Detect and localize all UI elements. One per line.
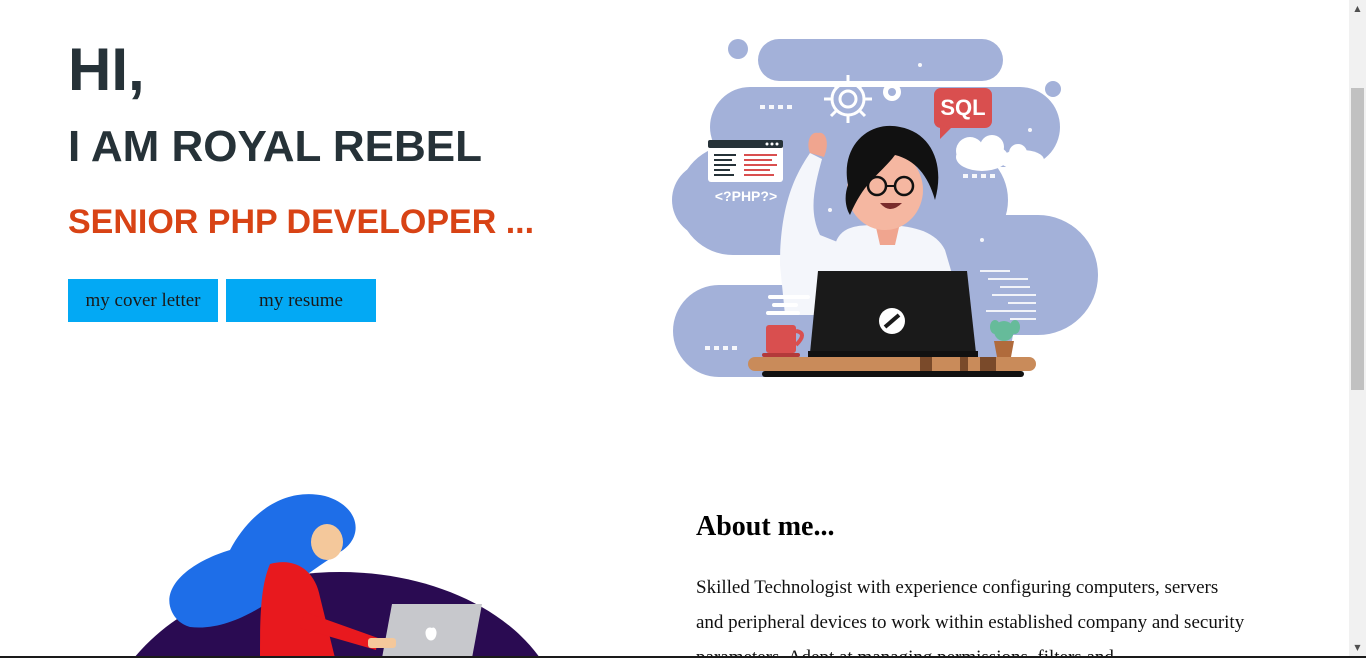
small-gear-icon [883,83,901,101]
girl-laptop-illustration [135,494,539,656]
about-text: Skilled Technologist with experience con… [696,577,1245,656]
laptop-icon [382,604,482,656]
page-scrollbar[interactable]: ▲ ▼ [1349,0,1366,656]
developer-illustration: SQL <?PHP?> [672,39,1098,377]
resume-button[interactable]: my resume [226,279,376,322]
code-window-icon: <?PHP?> [708,140,783,204]
role-heading: SENIOR PHP DEVELOPER ... [68,203,535,241]
page-viewport: HI, I AM ROYAL REBEL SENIOR PHP DEVELOPE… [0,0,1349,656]
svg-text:<?PHP?>: <?PHP?> [715,188,777,204]
scroll-down-icon[interactable]: ▼ [1349,639,1366,656]
greeting-heading: HI, [68,36,145,103]
desk [748,357,1036,377]
scrollbar-thumb[interactable] [1351,88,1364,390]
laptop-icon [808,271,978,357]
svg-text:SQL: SQL [940,95,985,120]
name-heading: I AM ROYAL REBEL [68,122,482,171]
scroll-up-icon[interactable]: ▲ [1349,0,1366,17]
cover-letter-button[interactable]: my cover letter [68,279,218,322]
about-title: About me... [696,511,835,542]
